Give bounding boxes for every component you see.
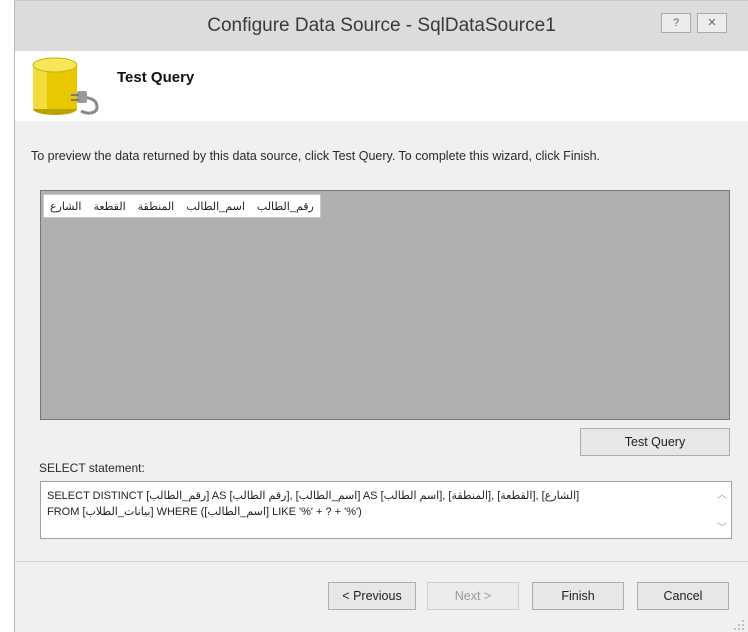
wizard-header: Test Query: [15, 51, 748, 121]
window-title: Configure Data Source - SqlDataSource1: [207, 15, 556, 36]
column-header[interactable]: اسم_الطالب: [180, 200, 251, 213]
column-header[interactable]: المنطقة: [132, 200, 181, 213]
sql-line-1: SELECT DISTINCT [رقم_الطالب] AS [رقم الط…: [47, 490, 580, 502]
select-statement-label: SELECT statement:: [39, 461, 145, 475]
select-statement-box[interactable]: SELECT DISTINCT [رقم_الطالب] AS [رقم الط…: [40, 481, 732, 539]
test-query-button[interactable]: Test Query: [580, 428, 730, 456]
finish-button[interactable]: Finish: [532, 582, 624, 610]
next-button[interactable]: Next >: [427, 582, 519, 610]
column-header[interactable]: القطعة: [87, 200, 131, 213]
sql-line-2: FROM [بيانات_الطلاب] WHERE ([اسم_الطالب]…: [47, 506, 362, 518]
results-grid[interactable]: رقم_الطالب اسم_الطالب المنطقة القطعة الش…: [40, 190, 730, 420]
select-statement-text: SELECT DISTINCT [رقم_الطالب] AS [رقم الط…: [47, 488, 707, 520]
resize-grip-icon[interactable]: [733, 619, 745, 631]
configure-data-source-dialog: Configure Data Source - SqlDataSource1 ?…: [14, 0, 748, 632]
footer-divider: [15, 561, 748, 562]
cancel-button[interactable]: Cancel: [637, 582, 729, 610]
column-header-row: رقم_الطالب اسم_الطالب المنطقة القطعة الش…: [43, 194, 321, 218]
wizard-step-title: Test Query: [117, 69, 195, 86]
database-icon: [32, 57, 99, 115]
close-button[interactable]: ✕: [697, 13, 727, 33]
previous-button[interactable]: < Previous: [328, 582, 416, 610]
scroll-down-icon[interactable]: ﹀: [717, 519, 727, 534]
help-button[interactable]: ?: [661, 13, 691, 33]
column-header[interactable]: رقم_الطالب: [251, 200, 320, 213]
column-header[interactable]: الشارع: [44, 200, 87, 213]
title-bar[interactable]: Configure Data Source - SqlDataSource1 ?…: [15, 1, 748, 51]
scroll-up-icon[interactable]: ︿: [717, 486, 727, 501]
instructions-text: To preview the data returned by this dat…: [31, 149, 601, 163]
